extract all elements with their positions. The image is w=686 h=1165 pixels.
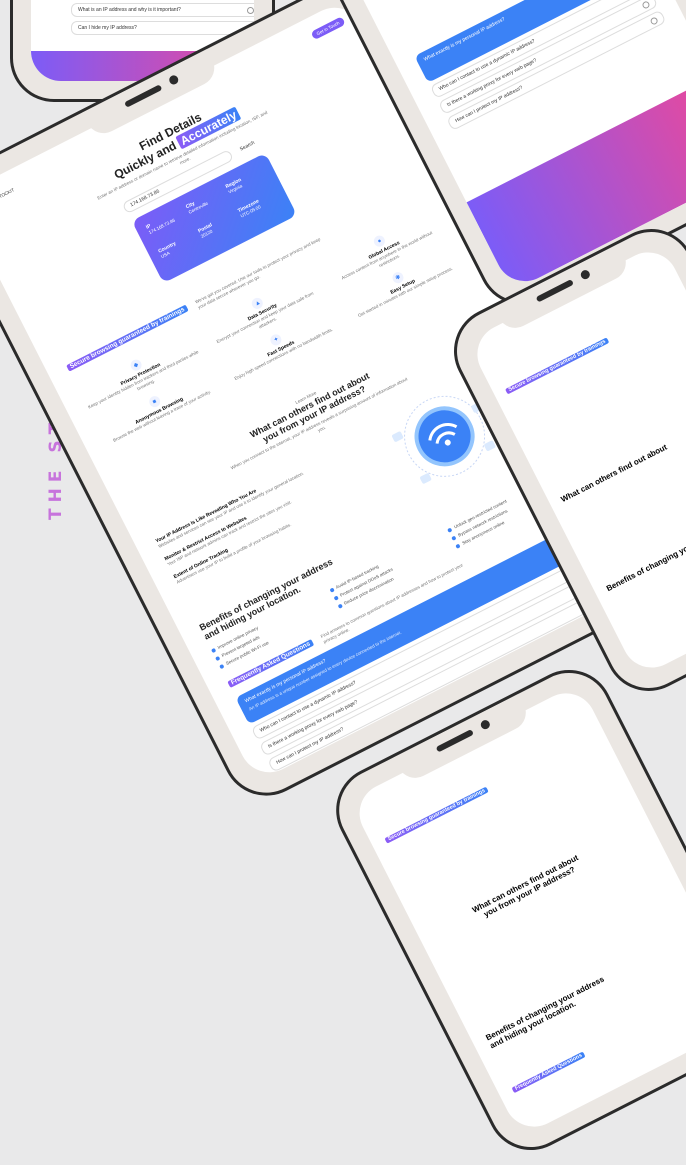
whatcan-title: What can others find out about you from … [471, 853, 584, 923]
benefits-title-line2: and hiding your location. [488, 999, 578, 1051]
faq-title-highlight: Frequently Asked Questions [511, 1051, 586, 1094]
faq-question: Can I hide my IP address? [291, 765, 347, 783]
check-icon [328, 587, 335, 593]
check-icon [447, 526, 453, 533]
benefits-title: Benefits of changing your address and hi… [484, 975, 609, 1051]
faq-list: How can I protect my IP address? What is… [71, 0, 254, 39]
features-title-highlight: Secure browsing guaranteed by trainings [505, 337, 610, 395]
expand-icon [649, 15, 659, 26]
faq-question: What is an IP address and why is it impo… [78, 7, 181, 13]
check-icon [451, 534, 457, 541]
benefits-title-line1: Benefits of changing your address [604, 525, 686, 594]
faq-item[interactable]: Can I hide my IP address? [71, 21, 254, 35]
expand-icon [247, 6, 254, 14]
check-icon [210, 647, 217, 653]
features-title: Secure browsing guaranteed by trainings [505, 337, 610, 395]
faq-question: Can I hide my IP address? [78, 25, 137, 31]
faq-title: Frequently Asked Questions [511, 1051, 586, 1094]
check-icon [455, 542, 461, 549]
whatcan-title-line2: you from your IP address? [482, 864, 577, 919]
check-icon [333, 595, 339, 601]
features-title-highlight: Secure browsing guaranteed by trainings [384, 786, 489, 844]
expand-icon [641, 0, 651, 10]
faq-item[interactable]: What is an IP address and why is it impo… [71, 3, 254, 17]
whatcan-title-line1: What can others find out about [559, 442, 669, 505]
check-icon [337, 603, 343, 609]
benefits-title-line1: Benefits of changing your address [484, 974, 606, 1043]
check-icon [214, 655, 221, 661]
faq-list: What exactly is my personal IP address? … [413, 0, 669, 135]
logo-text: THE STOCKIT [0, 187, 16, 205]
phone-screen: Secure browsing guaranteed by trainings … [349, 683, 686, 1137]
check-icon [218, 663, 225, 669]
whatcan-title-line1: What can others find out about [470, 853, 580, 915]
features-title: Secure browsing guaranteed by trainings [384, 786, 489, 844]
